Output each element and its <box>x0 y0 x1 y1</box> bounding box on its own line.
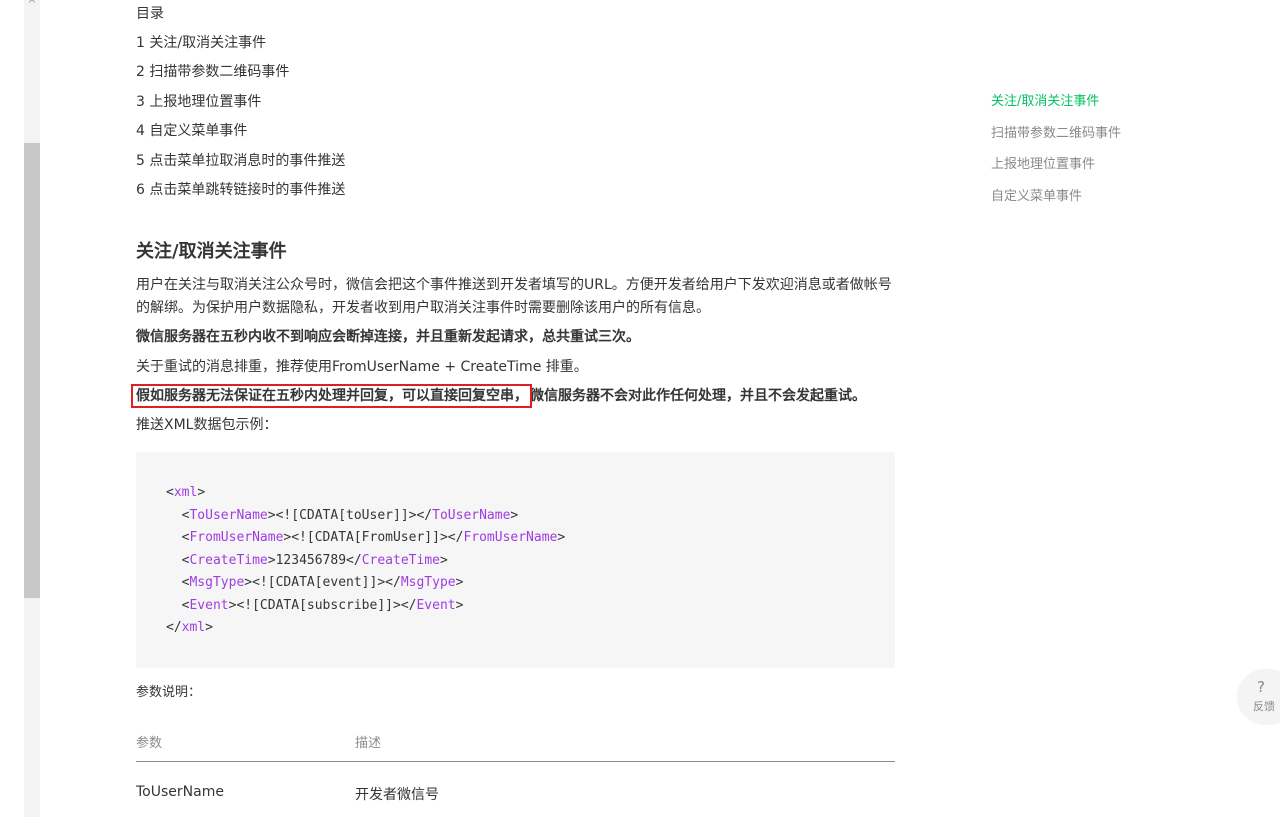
code-line: <ToUserName><![CDATA[toUser]]></ToUserNa… <box>181 507 519 523</box>
toc-item-subscribe[interactable]: 1 关注/取消关注事件 <box>136 34 345 63</box>
code-line: <xml> <box>166 485 206 500</box>
right-toc-item-subscribe[interactable]: 关注/取消关注事件 <box>991 92 1121 124</box>
section-title: 关注/取消关注事件 <box>136 241 287 262</box>
scrollbar-thumb[interactable] <box>24 143 40 598</box>
param-name: ToUserName <box>136 784 224 800</box>
toc-item-menu[interactable]: 4 自定义菜单事件 <box>136 122 345 151</box>
xml-code: <xml> <ToUserName><![CDATA[toUser]]></To… <box>166 482 565 640</box>
code-line: </xml> <box>166 620 213 635</box>
params-table: 参数 描述 ToUserName 开发者微信号 <box>136 722 895 817</box>
feedback-button[interactable]: ? 反馈 <box>1237 669 1280 725</box>
question-mark-icon: ? <box>1257 678 1265 696</box>
code-line: <FromUserName><![CDATA[FromUser]]></From… <box>181 530 566 545</box>
intro-paragraph: 用户在关注与取消关注公众号时，微信会把这个事件推送到开发者填写的URL。方便开发… <box>136 277 892 316</box>
table-row: ToUserName 开发者微信号 <box>136 762 895 817</box>
collapse-icon[interactable]: × <box>26 0 38 6</box>
params-header-param: 参数 <box>136 736 163 751</box>
params-header-desc: 描述 <box>355 736 382 751</box>
toc-item-menu-click[interactable]: 5 点击菜单拉取消息时的事件推送 <box>136 152 345 181</box>
code-line: <MsgType><![CDATA[event]]></MsgType> <box>181 575 464 590</box>
toc-title: 目录 <box>136 6 164 22</box>
right-toc: 关注/取消关注事件 扫描带参数二维码事件 上报地理位置事件 自定义菜单事件 <box>991 92 1121 219</box>
param-desc: 开发者微信号 <box>355 787 439 803</box>
toc-item-location[interactable]: 3 上报地理位置事件 <box>136 93 345 122</box>
code-line: <Event><![CDATA[subscribe]]></Event> <box>181 597 464 613</box>
code-block[interactable]: <xml> <ToUserName><![CDATA[toUser]]></To… <box>136 452 895 668</box>
toc-item-qrcode[interactable]: 2 扫描带参数二维码事件 <box>136 63 345 92</box>
right-toc-item-qrcode[interactable]: 扫描带参数二维码事件 <box>991 124 1121 156</box>
highlighted-text: 假如服务器无法保证在五秒内处理并回复，可以直接回复空串， <box>131 384 532 408</box>
empty-reply-rest: 微信服务器不会对此作任何处理，并且不会发起重试。 <box>530 388 866 404</box>
code-line: <CreateTime>123456789</CreateTime> <box>181 552 448 568</box>
retry-note: 微信服务器在五秒内收不到响应会断掉连接，并且重新发起请求，总共重试三次。 <box>136 329 640 345</box>
toc-item-menu-view[interactable]: 6 点击菜单跳转链接时的事件推送 <box>136 181 345 210</box>
empty-reply-note: 假如服务器无法保证在五秒内处理并回复，可以直接回复空串， 微信服务器不会对此作任何… <box>131 384 896 408</box>
params-header-row: 参数 描述 <box>136 722 895 762</box>
right-toc-item-menu[interactable]: 自定义菜单事件 <box>991 187 1121 219</box>
params-title: 参数说明： <box>136 685 202 700</box>
dedup-note: 关于重试的消息排重，推荐使用FromUserName + CreateTime … <box>136 359 588 375</box>
toc-list: 1 关注/取消关注事件 2 扫描带参数二维码事件 3 上报地理位置事件 4 自定… <box>136 34 345 210</box>
xml-example-label: 推送XML数据包示例： <box>136 417 278 433</box>
left-rail <box>0 0 24 817</box>
right-toc-item-location[interactable]: 上报地理位置事件 <box>991 155 1121 187</box>
feedback-label: 反馈 <box>1253 700 1275 713</box>
